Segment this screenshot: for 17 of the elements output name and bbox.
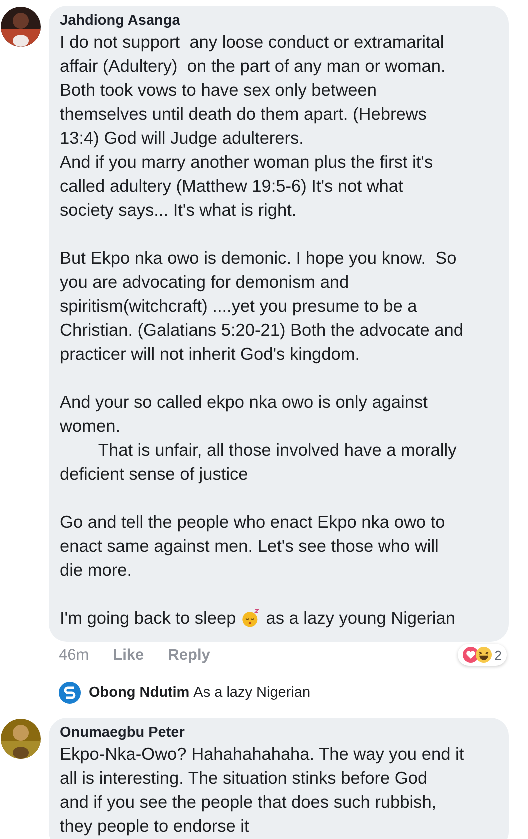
author-name[interactable]: Onumaegbu Peter (60, 724, 499, 742)
reply-text: As a lazy Nigerian (194, 685, 311, 701)
author-name[interactable]: Jahdiong Asanga (60, 12, 499, 30)
reaction-badge[interactable]: 2 (458, 644, 507, 666)
comment-text: But Ekpo nka owo is demonic. I hope you know. So you are advocating for demonism and spiritism(witchcraft) ....yet you presume to be a Christian. (Galatians 5:20-21) Both the advocate and practicer will not inherit God's kingdom. (60, 247, 464, 366)
comment-text: Ekpo-Nka-Owo? Hahahahahaha. The way you end it all is interesting. The situation stinks before God and if you see the people that does such rubbish, they people to endorse it (60, 743, 466, 838)
comment-text: I do not support any loose conduct or extramarital affair (Adultery) on the part of any man or woman. Both took vows to have sex only between themselves until death do them apart. (Hebrews 13:4) God will Judge adulterers. And if you marry another woman plus the first it's called adultery (Matthew 19:5-6) It's not what society says... It's what is right. (60, 31, 447, 222)
comment-text: Go and tell the people who enact Ekpo nka owo to enact same against men. Let's see those who will die more. (60, 511, 446, 582)
comment-text: I'm going back to sleep (60, 607, 236, 630)
comment-text: And your so called ekpo nka owo is only against women. That is unfair, all those involved have a morally deficient sense of justice (60, 391, 458, 486)
reply-author[interactable]: Obong Ndutim (89, 685, 190, 701)
laughing-face-icon (476, 647, 492, 663)
reaction-count: 2 (494, 648, 502, 662)
sleeping-face-icon (241, 608, 262, 628)
comment-text: as a lazy young Nigerian (266, 607, 456, 630)
logo-icon (59, 682, 81, 704)
comment-time: 46m (59, 646, 90, 666)
